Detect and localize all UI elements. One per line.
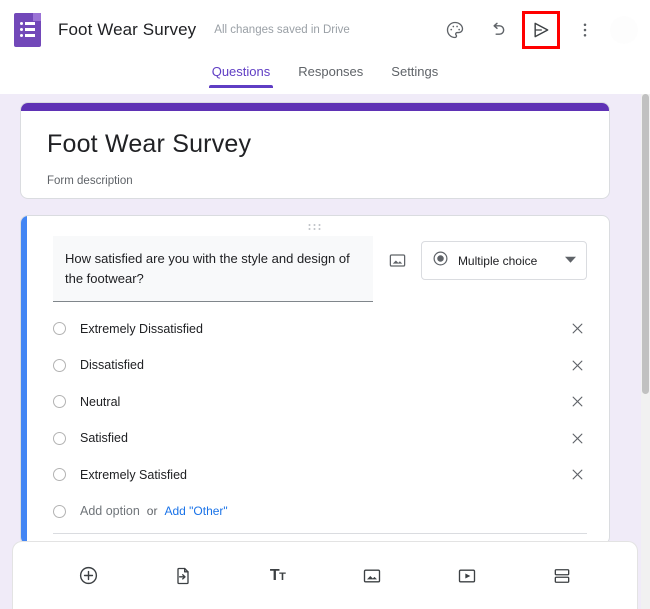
option-label[interactable]: Neutral — [80, 395, 567, 409]
add-option-row[interactable]: Add option or Add "Other" — [53, 493, 587, 530]
question-text-field[interactable]: How satisfied are you with the style and… — [53, 236, 374, 303]
save-status-text: All changes saved in Drive — [214, 24, 350, 36]
avatar[interactable] — [610, 16, 638, 44]
form-accent-bar — [21, 103, 609, 111]
question-type-dropdown[interactable]: Multiple choice — [420, 241, 587, 280]
option-label[interactable]: Dissatisfied — [80, 358, 567, 372]
tab-settings[interactable]: Settings — [388, 60, 441, 88]
editor-tabs: Questions Responses Settings — [0, 60, 650, 94]
close-icon[interactable] — [567, 392, 587, 412]
tab-responses[interactable]: Responses — [295, 60, 366, 88]
import-questions-button[interactable] — [168, 561, 198, 591]
title-text-icon: TT — [269, 566, 286, 584]
option-row[interactable]: Satisfied — [53, 420, 587, 457]
add-image-button[interactable] — [357, 561, 387, 591]
send-button[interactable] — [522, 11, 560, 49]
close-icon[interactable] — [567, 319, 587, 339]
form-description[interactable]: Form description — [47, 175, 609, 187]
radio-icon — [53, 358, 66, 372]
scrollbar-thumb[interactable] — [642, 94, 649, 394]
close-icon[interactable] — [567, 428, 587, 448]
google-forms-editor: Foot Wear Survey All changes saved in Dr… — [0, 0, 650, 609]
option-row[interactable]: Dissatisfied — [53, 347, 587, 384]
top-app-bar: Foot Wear Survey All changes saved in Dr… — [0, 0, 650, 60]
add-other-button[interactable]: Add "Other" — [164, 504, 227, 518]
add-section-button[interactable] — [547, 561, 577, 591]
option-label[interactable]: Extremely Dissatisfied — [80, 322, 567, 336]
question-footer-divider — [53, 533, 587, 534]
palette-icon[interactable] — [438, 13, 472, 47]
question-text: How satisfied are you with the style and… — [65, 251, 350, 287]
add-question-button[interactable] — [73, 561, 103, 591]
radio-filled-icon — [432, 250, 449, 272]
form-header-card[interactable]: Foot Wear Survey Form description — [20, 102, 610, 199]
radio-icon — [53, 395, 66, 409]
form-title[interactable]: Foot Wear Survey — [47, 130, 609, 159]
option-label[interactable]: Satisfied — [80, 431, 567, 445]
option-row[interactable]: Extremely Satisfied — [53, 456, 587, 493]
question-selected-indicator — [21, 216, 27, 544]
close-icon[interactable] — [567, 465, 587, 485]
drag-handle-icon[interactable] — [308, 224, 322, 230]
vertical-scrollbar[interactable] — [641, 94, 650, 609]
option-row[interactable]: Extremely Dissatisfied — [53, 310, 587, 347]
form-canvas: Foot Wear Survey Form description How sa… — [0, 94, 650, 609]
or-label: or — [146, 504, 158, 519]
add-video-button[interactable] — [452, 561, 482, 591]
option-label[interactable]: Extremely Satisfied — [80, 468, 567, 482]
question-insert-toolbar: TT — [12, 541, 638, 609]
add-title-description-button[interactable]: TT — [263, 561, 293, 591]
radio-icon — [53, 322, 66, 336]
more-vertical-icon[interactable] — [568, 13, 602, 47]
google-forms-logo-icon[interactable] — [14, 13, 44, 47]
undo-icon[interactable] — [480, 13, 514, 47]
tab-questions[interactable]: Questions — [208, 60, 274, 88]
chevron-down-icon — [565, 252, 576, 270]
document-title[interactable]: Foot Wear Survey — [58, 20, 196, 40]
option-row[interactable]: Neutral — [53, 383, 587, 420]
radio-icon — [53, 431, 66, 445]
add-option-button[interactable]: Add option — [80, 504, 140, 518]
question-type-label: Multiple choice — [457, 253, 538, 268]
add-image-icon[interactable] — [387, 250, 407, 270]
options-list: Extremely Dissatisfied Dissatisfied Neut… — [21, 302, 609, 529]
radio-icon — [53, 504, 66, 518]
radio-icon — [53, 468, 66, 482]
close-icon[interactable] — [567, 355, 587, 375]
question-card[interactable]: How satisfied are you with the style and… — [20, 215, 610, 545]
